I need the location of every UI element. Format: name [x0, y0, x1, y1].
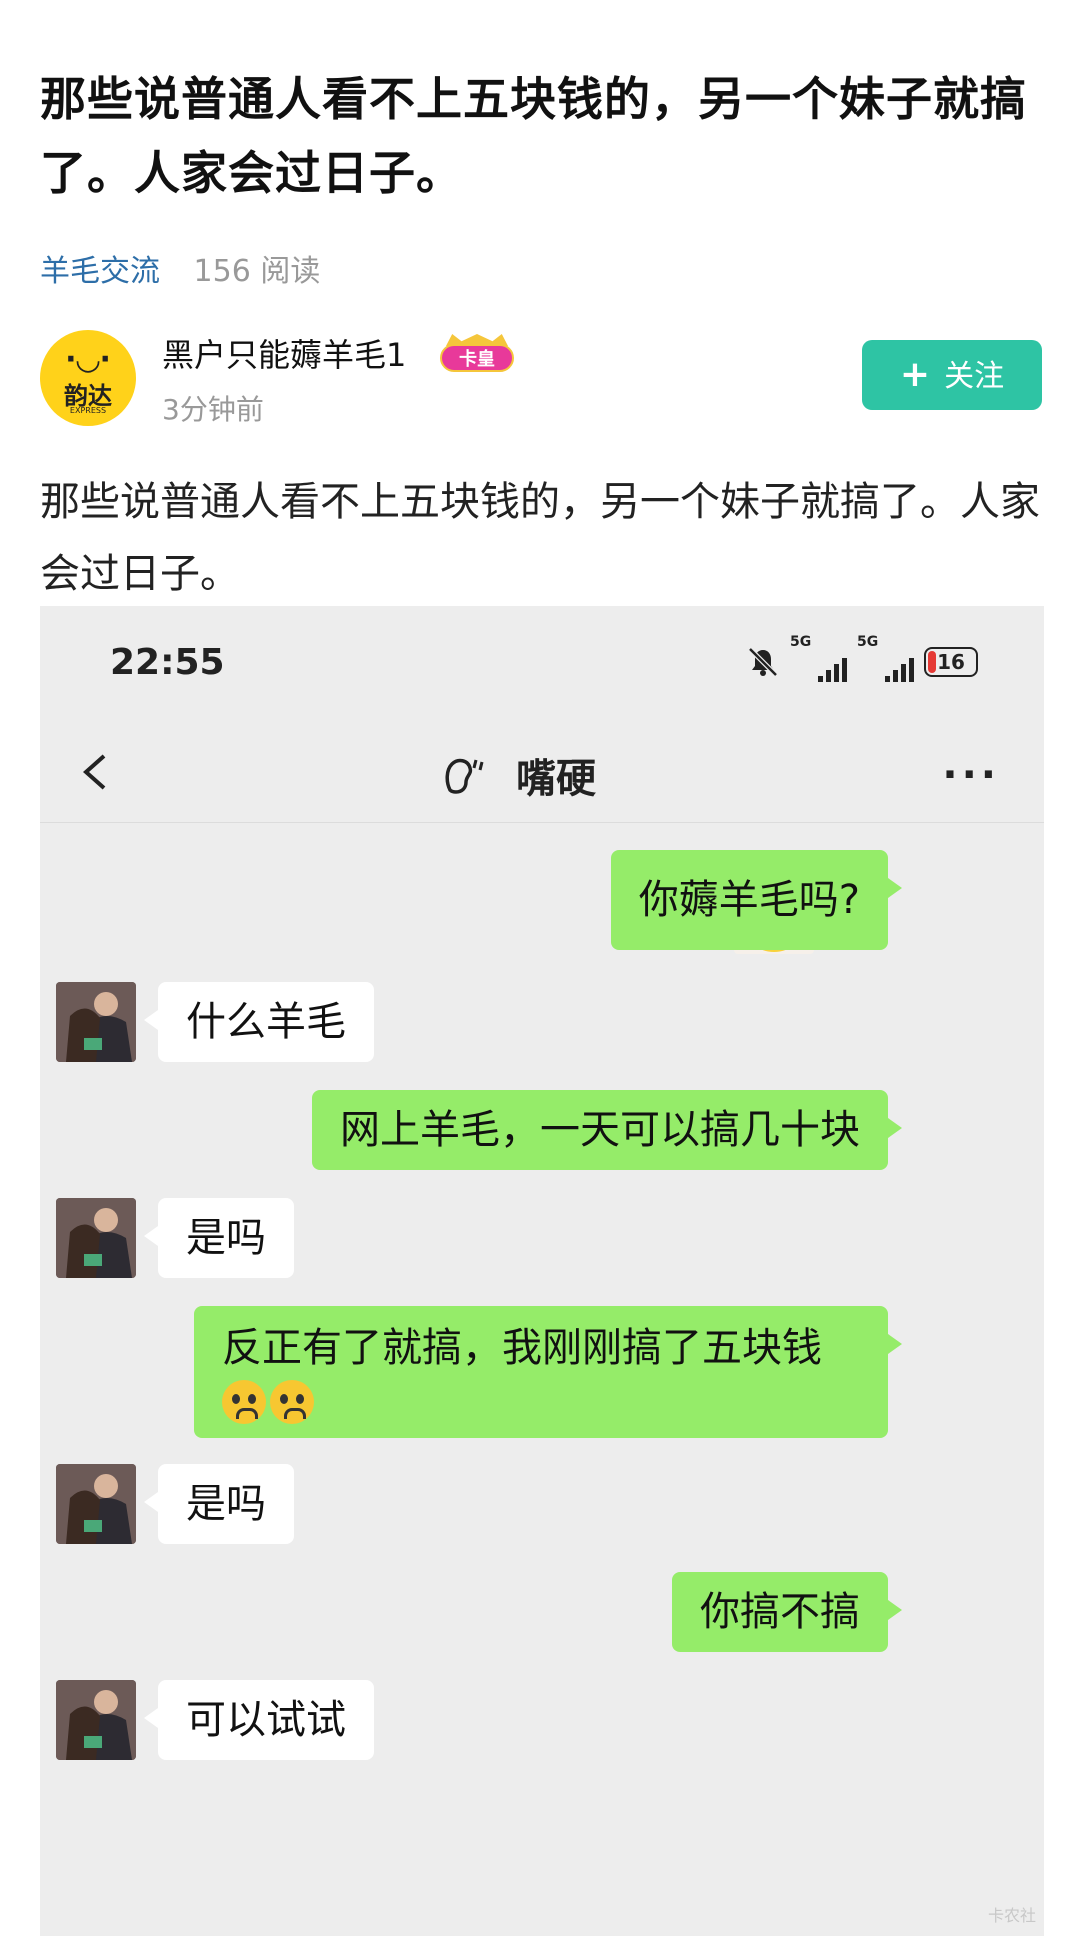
- contact-avatar[interactable]: [56, 1680, 136, 1760]
- author-avatar[interactable]: ·◡· 韵达 EXPRESS: [40, 330, 136, 426]
- back-icon[interactable]: [74, 748, 122, 796]
- status-icons: 5G 5G 16: [746, 634, 978, 684]
- contact-photo-icon: [56, 982, 136, 1062]
- chat-header: 嘴硬 ···: [40, 726, 1044, 823]
- smile-icon: ·◡·: [65, 342, 111, 377]
- ear-icon: [445, 758, 484, 794]
- message-bubble-outgoing[interactable]: 你薅羊毛吗?: [610, 850, 903, 950]
- post-body: 那些说普通人看不上五块钱的，另一个妹子就搞了。人家会过日子。: [40, 479, 1040, 597]
- message-bubble-outgoing[interactable]: 反正有了就搞，我刚刚搞了五块钱: [194, 1306, 902, 1438]
- vip-badge: 卡皇: [440, 334, 514, 374]
- plus-icon: +: [899, 354, 931, 395]
- message-bubble-outgoing[interactable]: 网上羊毛，一天可以搞几十块: [312, 1090, 902, 1170]
- more-icon[interactable]: ···: [942, 752, 1000, 798]
- post-title: 那些说普通人看不上五块钱的，另一个妹子就搞了。人家会过日子。: [40, 72, 1027, 200]
- network-label: 5G: [790, 634, 812, 650]
- status-time: 22:55: [110, 642, 225, 683]
- post-time: 3分钟前: [162, 393, 264, 426]
- signal-icon: 5G: [857, 634, 914, 682]
- contact-photo-icon: [56, 1680, 136, 1760]
- contact-avatar[interactable]: [56, 1464, 136, 1544]
- chat-screenshot: 22:55 5G 5G 16 嘴硬 ··· 你薅羊毛吗? 什么羊毛 网上羊毛，一…: [40, 606, 1044, 1936]
- mute-icon: [748, 647, 778, 677]
- avatar-sub-text: EXPRESS: [69, 406, 107, 415]
- category-link[interactable]: 羊毛交流: [40, 254, 160, 289]
- read-count: 156 阅读: [193, 254, 321, 289]
- message-bubble-incoming[interactable]: 是吗: [144, 1464, 294, 1544]
- follow-label: 关注: [944, 359, 1005, 394]
- message-bubble-incoming[interactable]: 是吗: [144, 1198, 294, 1278]
- follow-button[interactable]: + 关注: [862, 340, 1042, 410]
- watermark: 卡农社: [987, 1906, 1036, 1925]
- badge-label: 卡皇: [440, 344, 514, 372]
- contact-photo-icon: [56, 1464, 136, 1544]
- battery-icon: 16: [924, 647, 978, 677]
- battery-level: 16: [937, 650, 965, 674]
- post-meta: 羊毛交流 156 阅读: [40, 246, 320, 290]
- message-bubble-incoming[interactable]: 可以试试: [144, 1680, 374, 1760]
- emoji-row: [222, 1376, 860, 1424]
- crying-emoji-icon: [270, 1380, 314, 1424]
- contact-avatar[interactable]: [56, 1198, 136, 1278]
- message-bubble-outgoing[interactable]: 你搞不搞: [672, 1572, 902, 1652]
- chat-title: 嘴硬: [516, 756, 596, 802]
- network-label: 5G: [857, 634, 879, 650]
- contact-photo-icon: [56, 1198, 136, 1278]
- contact-avatar[interactable]: [56, 982, 136, 1062]
- signal-icon: 5G: [790, 634, 847, 682]
- message-text: 反正有了就搞，我刚刚搞了五块钱: [222, 1325, 822, 1371]
- message-bubble-incoming[interactable]: 什么羊毛: [144, 982, 374, 1062]
- crying-emoji-icon: [222, 1380, 266, 1424]
- author-name[interactable]: 黑户只能薅羊毛1: [162, 330, 406, 376]
